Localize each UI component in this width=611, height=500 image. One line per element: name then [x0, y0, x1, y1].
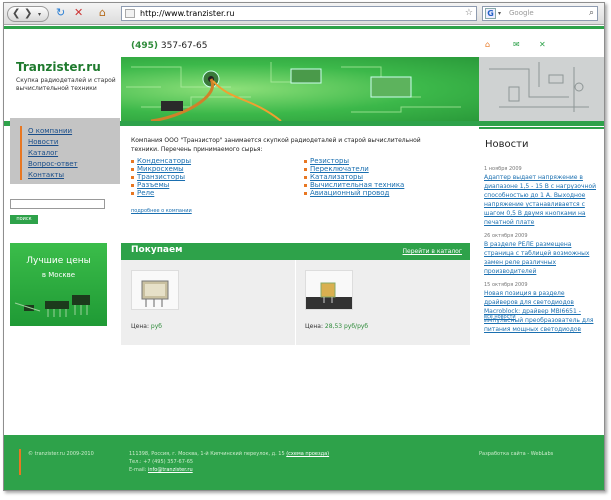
left-menu: О компании Новости Каталог Вопрос-ответ … [10, 118, 120, 184]
category-link[interactable]: Вычислительная техника [310, 181, 404, 189]
promo-banner[interactable]: Лучшие цены в Москве [10, 243, 107, 326]
schematic-image [489, 62, 589, 112]
sitemap-icon[interactable]: ✕ [539, 40, 546, 49]
shop-products: Цена: руб Цена: 28,53 руб/руб [121, 260, 470, 345]
site-search-button[interactable]: поиск [10, 215, 38, 224]
news-date: 15 октября 2009 [484, 282, 528, 288]
phone-number: 357-67-65 [160, 41, 208, 51]
category-link[interactable]: Микросхемы [137, 165, 184, 173]
back-icon[interactable]: ❮ [12, 8, 20, 20]
footer: © tranzister.ru 2009-2010 111398, Россия… [4, 435, 604, 490]
product-image[interactable] [305, 270, 353, 310]
favicon-icon [125, 9, 135, 18]
browser-toolbar: ❮ ❯ ▾ ↻ ✕ ⌂ http://www.tranzister.ru ☆ G… [4, 3, 604, 25]
search-icon[interactable]: ⌕ [589, 7, 594, 20]
component-image [306, 282, 352, 309]
history-dropdown-icon[interactable]: ▾ [38, 9, 41, 21]
footer-accent-bar [19, 449, 21, 475]
home-icon[interactable]: ⌂ [485, 40, 490, 49]
chevron-down-icon[interactable]: ▾ [498, 7, 501, 20]
map-link[interactable]: (схема проезда) [286, 451, 329, 457]
category-list: Конденсаторы Микросхемы Транзисторы Разъ… [127, 157, 472, 207]
footer-email-link[interactable]: info@tranzister.ru [148, 467, 193, 473]
category-link[interactable]: Разъемы [137, 181, 169, 189]
footer-email-label: E-mail: [129, 467, 147, 473]
circuit-board-image [126, 62, 461, 121]
news-date: 1 ноября 2009 [484, 166, 522, 172]
site-logo[interactable]: Tranzister.ru [16, 60, 101, 74]
all-news-link[interactable]: все новости [484, 314, 516, 320]
nav-buttons: ❮ ❯ ▾ [7, 6, 49, 22]
reload-icon[interactable]: ↻ [56, 6, 65, 20]
category-link[interactable]: Резисторы [310, 157, 349, 165]
address-bar[interactable]: http://www.tranzister.ru ☆ [121, 6, 477, 21]
product-divider [295, 260, 296, 345]
price-value: 28,53 руб/руб [324, 323, 369, 330]
news-top-line [479, 127, 604, 129]
intro-text: Компания ООО "Транзистор" занимается ску… [131, 137, 421, 153]
forward-icon[interactable]: ❯ [24, 8, 32, 20]
website: (495) 357-67-65 ⌂ ✉ ✕ Tranzister.ru Скуп… [4, 26, 604, 490]
home-icon[interactable]: ⌂ [99, 6, 106, 20]
product-price: Цена: руб [131, 323, 162, 330]
site-search-input[interactable] [10, 199, 105, 209]
category-link[interactable]: Авиационный провод [310, 189, 389, 197]
menu-accent-bar [20, 126, 22, 180]
stop-icon[interactable]: ✕ [74, 6, 83, 20]
category-link[interactable]: Транзисторы [137, 173, 185, 181]
header-phone: (495) 357-67-65 [131, 41, 207, 51]
bookmark-star-icon[interactable]: ☆ [465, 7, 473, 20]
category-link[interactable]: Конденсаторы [137, 157, 191, 165]
news-title: Новости [485, 139, 529, 150]
price-value: руб [150, 323, 162, 330]
shop-title: Покупаем [131, 245, 183, 255]
category-link[interactable]: Катализаторы [310, 173, 363, 181]
mail-icon[interactable]: ✉ [513, 40, 520, 49]
footer-contacts: 111398, Россия, г. Москва, 1-й Кипчински… [129, 450, 359, 474]
search-engine-icon[interactable]: G [485, 8, 496, 19]
category-link[interactable]: Реле [137, 189, 154, 197]
menu-item-catalog[interactable]: Каталог [28, 149, 58, 157]
top-line [4, 26, 604, 29]
components-image [14, 295, 90, 317]
category-link[interactable]: Переключатели [310, 165, 369, 173]
news-link[interactable]: Новая позиция в разделе драйверов для св… [484, 290, 593, 333]
phone-code: (495) [131, 41, 159, 51]
search-box[interactable]: G ▾ Google ⌕ [482, 6, 598, 21]
news-link[interactable]: Адаптер выдает напряжение в диапазоне 1,… [484, 174, 596, 226]
menu-item-news[interactable]: Новости [28, 138, 58, 146]
header-banner-schematic [479, 57, 604, 121]
menu-item-contacts[interactable]: Контакты [28, 171, 64, 179]
product-image[interactable] [131, 270, 179, 310]
footer-address: 111398, Россия, г. Москва, 1-й Кипчински… [129, 451, 285, 457]
price-label: Цена: [131, 323, 149, 330]
site-slogan: Скупка радиодеталей и старой вычислитель… [16, 77, 116, 92]
footer-developer[interactable]: Разработка сайта - WebLabs [479, 450, 553, 458]
news-list: 1 ноября 2009 Адаптер выдает напряжение … [484, 163, 599, 334]
catalog-link[interactable]: Перейти в каталог [403, 248, 462, 255]
address-text: http://www.tranzister.ru [140, 9, 235, 18]
more-about-link[interactable]: подробнее о компании [131, 208, 192, 214]
news-date: 26 октября 2009 [484, 233, 528, 239]
footer-phone: Тел.: +7 (495) 357-67-65 [129, 459, 194, 465]
component-image [141, 280, 169, 307]
news-link[interactable]: В разделе РЕЛЕ размещена страница с табл… [484, 241, 589, 275]
product-price: Цена: 28,53 руб/руб [305, 323, 368, 330]
menu-item-faq[interactable]: Вопрос-ответ [28, 160, 78, 168]
shop-header: Покупаем Перейти в каталог [121, 243, 470, 260]
price-label: Цена: [305, 323, 323, 330]
menu-item-about[interactable]: О компании [28, 127, 72, 135]
search-placeholder: Google [509, 9, 534, 17]
browser-window: ❮ ❯ ▾ ↻ ✕ ⌂ http://www.tranzister.ru ☆ G… [3, 2, 605, 491]
footer-copyright: © tranzister.ru 2009-2010 [28, 451, 94, 457]
header-banner [121, 57, 479, 121]
